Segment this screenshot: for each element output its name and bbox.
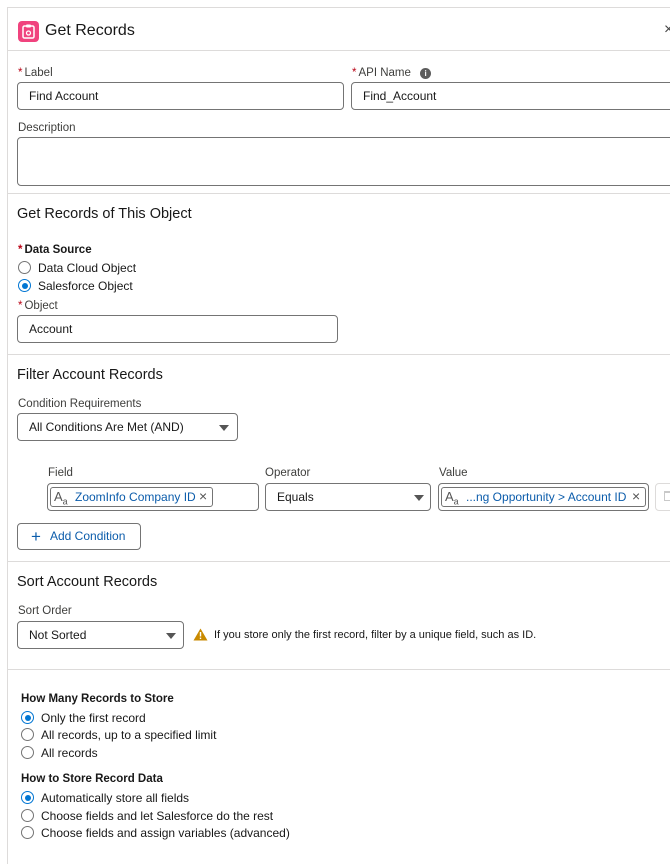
remove-pill-icon[interactable]: × [199,487,207,505]
get-records-panel: Get Records × * Label Find Account * API N… [7,7,670,864]
value-pill[interactable]: Aa ...ng Opportunity > Account ID × [441,487,646,507]
sort-order-label: Sort Order [18,605,72,617]
panel-title: Get Records [45,22,135,39]
radio-button[interactable] [21,809,34,822]
filter-section-title: Filter Account Records [17,367,163,383]
object-section-title: Get Records of This Object [17,206,192,222]
radio-button[interactable] [18,279,31,292]
radio-button[interactable] [21,746,34,759]
text-type-icon: Aa [54,489,68,507]
api-name-input[interactable]: Find_Account [351,82,670,110]
api-name-label: * API Name i [352,66,432,80]
how-many-records-label: How Many Records to Store [21,693,174,705]
divider [8,669,670,670]
divider [8,50,670,51]
object-input[interactable]: Account [17,315,338,343]
condition-value-input[interactable]: Aa ...ng Opportunity > Account ID × [438,483,649,511]
radio-button[interactable] [21,791,34,804]
value-column-header: Value [439,467,468,479]
divider [8,561,670,562]
data-source-label: * Data Source [18,244,92,256]
object-label: * Object [18,300,58,312]
condition-operator-select[interactable]: Equals [265,483,431,511]
add-condition-button[interactable]: + Add Condition [17,523,141,550]
chevron-down-icon [166,633,176,639]
radio-button[interactable] [21,728,34,741]
how-to-store-label: How to Store Record Data [21,773,163,785]
trash-icon [664,491,670,501]
condition-requirements-label: Condition Requirements [18,398,142,410]
radio-button[interactable] [18,261,31,274]
remove-pill-icon[interactable]: × [632,487,640,505]
description-label: Description [18,122,76,134]
info-icon[interactable]: i [420,68,432,79]
label-field-label: * Label [18,67,53,79]
text-type-icon: Aa [445,489,459,507]
close-icon[interactable]: × [664,21,670,39]
chevron-down-icon [219,425,229,431]
radio-button[interactable] [21,711,34,724]
get-records-icon [18,21,39,42]
sort-warning-text: If you store only the first record, filt… [214,629,537,641]
label-input[interactable]: Find Account [17,82,344,110]
divider [8,354,670,355]
description-textarea[interactable] [17,137,670,186]
divider [8,193,670,194]
plus-icon: + [31,527,41,546]
delete-condition-button[interactable] [655,483,670,511]
sort-section-title: Sort Account Records [17,574,158,590]
radio-button[interactable] [21,826,34,839]
condition-requirements-select[interactable]: All Conditions Are Met (AND) [17,413,238,441]
operator-column-header: Operator [265,467,311,479]
chevron-down-icon [414,495,424,501]
warning-icon [193,628,208,641]
condition-field-input[interactable]: Aa ZoomInfo Company ID × [47,483,259,511]
sort-order-select[interactable]: Not Sorted [17,621,184,649]
field-column-header: Field [48,467,73,479]
field-pill[interactable]: Aa ZoomInfo Company ID × [50,487,213,507]
